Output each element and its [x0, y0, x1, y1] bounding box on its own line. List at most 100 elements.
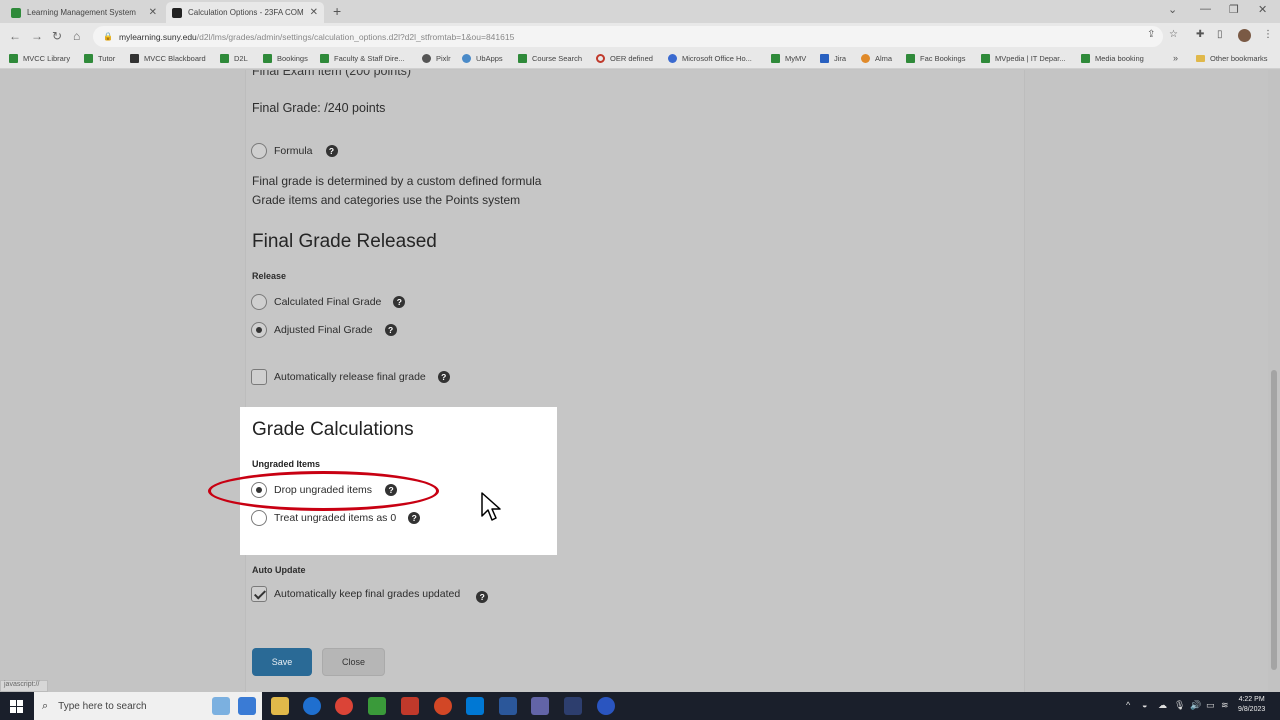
- bookmark-item[interactable]: Media booking: [1081, 54, 1144, 63]
- taskbar-clock[interactable]: 4:22 PM 9/8/2023: [1238, 695, 1265, 715]
- onedrive-icon[interactable]: ☁: [1158, 700, 1167, 711]
- bookmark-item[interactable]: Bookings: [263, 54, 308, 63]
- bookmark-favicon-icon: [9, 54, 18, 63]
- edge-icon[interactable]: [303, 697, 321, 715]
- help-icon[interactable]: ?: [384, 324, 397, 336]
- bookmark-item[interactable]: Jira: [820, 54, 846, 63]
- new-tab-button[interactable]: +: [333, 3, 341, 19]
- speaker-icon[interactable]: 🔊: [1190, 700, 1201, 711]
- extensions-puzzle-icon[interactable]: ✚: [1196, 29, 1204, 40]
- help-icon[interactable]: ?: [437, 371, 450, 383]
- bookmark-item[interactable]: MVCC Blackboard: [130, 54, 206, 63]
- help-icon[interactable]: ?: [393, 296, 406, 308]
- help-icon[interactable]: ?: [408, 512, 421, 524]
- home-icon[interactable]: ⌂: [73, 29, 80, 43]
- forward-arrow-icon[interactable]: →: [31, 29, 43, 43]
- teams-icon[interactable]: [531, 697, 549, 715]
- scrollbar-thumb[interactable]: [1271, 370, 1277, 670]
- bookmark-item[interactable]: UbApps: [462, 54, 503, 63]
- more-bookmarks-chevron-icon[interactable]: »: [1173, 53, 1178, 63]
- keep-updated-option[interactable]: Automatically keep final grades updated …: [251, 585, 489, 603]
- tab-calculation-options[interactable]: Calculation Options - 23FA COM ✕: [166, 2, 324, 23]
- keep-updated-checkbox[interactable]: [251, 586, 267, 602]
- help-icon[interactable]: ?: [325, 145, 338, 157]
- auto-release-checkbox[interactable]: [251, 369, 267, 385]
- file-explorer-icon[interactable]: [271, 697, 289, 715]
- bookmarks-bar: MVCC Library Tutor MVCC Blackboard D2L B…: [0, 50, 1280, 69]
- tray-chevron-icon[interactable]: ^: [1126, 700, 1130, 710]
- save-button[interactable]: Save: [252, 648, 312, 676]
- other-bookmarks-label: Other bookmarks: [1210, 54, 1268, 63]
- maximize-button[interactable]: ❐: [1229, 3, 1239, 16]
- adjusted-final-grade-option[interactable]: Adjusted Final Grade ?: [251, 322, 397, 338]
- formula-radio[interactable]: [251, 143, 267, 159]
- formula-description-2: Grade items and categories use the Point…: [252, 193, 521, 207]
- minimize-button[interactable]: —: [1200, 3, 1211, 15]
- address-bar[interactable]: 🔒 mylearning.suny.edu/d2l/lms/grades/adm…: [93, 26, 1163, 47]
- bookmark-item[interactable]: Tutor: [84, 54, 115, 63]
- back-arrow-icon[interactable]: ←: [9, 29, 21, 43]
- tab-search-chevron-icon[interactable]: ⌄: [1168, 3, 1177, 16]
- reload-icon[interactable]: ↻: [52, 29, 62, 43]
- share-icon[interactable]: ⇪: [1147, 29, 1155, 40]
- windows-taskbar: ⌕ Type here to search ^ ◒ ☁ 🎙 🔊 ▭ ≋ 4:22…: [0, 692, 1280, 720]
- treat-ungraded-zero-option[interactable]: Treat ungraded items as 0 ?: [251, 510, 421, 526]
- close-tab-icon[interactable]: ✕: [310, 7, 318, 18]
- side-panel-icon[interactable]: ▯: [1217, 29, 1223, 40]
- camtasia-icon[interactable]: [368, 697, 386, 715]
- bookmark-item[interactable]: Microsoft Office Ho...: [668, 54, 752, 63]
- close-tab-icon[interactable]: ✕: [149, 7, 157, 18]
- windows-start-icon[interactable]: [10, 700, 23, 713]
- word-icon[interactable]: [499, 697, 517, 715]
- bookmark-item[interactable]: D2L: [220, 54, 248, 63]
- tab-learning-management-system[interactable]: Learning Management System ✕: [5, 2, 163, 23]
- bookmark-label: Course Search: [532, 54, 583, 63]
- page-scrollbar[interactable]: [1268, 70, 1280, 692]
- bookmark-item[interactable]: Alma: [861, 54, 892, 63]
- microphone-icon[interactable]: 🎙: [1174, 700, 1185, 711]
- bookmark-item[interactable]: MVpedia | IT Depar...: [981, 54, 1066, 63]
- bookmark-favicon-icon: [668, 54, 677, 63]
- bookmark-item[interactable]: MVCC Library: [9, 54, 70, 63]
- other-bookmarks[interactable]: Other bookmarks: [1196, 54, 1268, 63]
- widgets-icon[interactable]: [212, 697, 230, 715]
- bookmark-item[interactable]: Fac Bookings: [906, 54, 965, 63]
- capture-app-icon[interactable]: [401, 697, 419, 715]
- chrome-icon[interactable]: [335, 697, 353, 715]
- close-window-button[interactable]: ✕: [1258, 3, 1267, 16]
- calculated-final-grade-radio[interactable]: [251, 294, 267, 310]
- auto-update-label: Auto Update: [252, 565, 306, 575]
- help-icon[interactable]: ?: [476, 591, 489, 603]
- treat-ungraded-zero-radio[interactable]: [251, 510, 267, 526]
- profile-avatar[interactable]: [1238, 29, 1251, 42]
- app-icon[interactable]: [597, 697, 615, 715]
- calculated-final-grade-label: Calculated Final Grade: [274, 296, 382, 308]
- bookmark-favicon-icon: [820, 54, 829, 63]
- bookmark-star-icon[interactable]: ☆: [1169, 29, 1178, 40]
- adjusted-final-grade-radio[interactable]: [251, 322, 267, 338]
- snipping-tool-icon[interactable]: [564, 697, 582, 715]
- calculated-final-grade-option[interactable]: Calculated Final Grade ?: [251, 294, 406, 310]
- formula-option[interactable]: Formula ?: [251, 143, 338, 159]
- bookmark-label: Alma: [875, 54, 893, 63]
- outlook-icon[interactable]: [466, 697, 484, 715]
- menu-kebab-icon[interactable]: ⋮: [1263, 29, 1273, 40]
- close-button[interactable]: Close: [322, 648, 385, 676]
- wifi-icon[interactable]: ≋: [1221, 700, 1229, 711]
- bookmark-item[interactable]: OER defined: [596, 54, 653, 63]
- network-icon[interactable]: ◒: [1142, 700, 1147, 710]
- auto-release-option[interactable]: Automatically release final grade ?: [251, 369, 450, 385]
- display-icon[interactable]: ▭: [1206, 700, 1215, 711]
- adjusted-final-grade-label: Adjusted Final Grade: [274, 324, 373, 336]
- paint-icon[interactable]: [238, 697, 256, 715]
- bookmark-item[interactable]: Faculty & Staff Dire...: [320, 54, 405, 63]
- tab-title: Calculation Options - 23FA COM: [188, 8, 304, 17]
- bookmark-item[interactable]: Course Search: [518, 54, 582, 63]
- ungraded-items-label: Ungraded Items: [252, 459, 321, 469]
- bookmark-label: Jira: [834, 54, 847, 63]
- bookmark-item[interactable]: MyMV: [771, 54, 806, 63]
- powerpoint-icon[interactable]: [434, 697, 452, 715]
- treat-ungraded-zero-label: Treat ungraded items as 0: [274, 512, 397, 524]
- bookmark-item[interactable]: Pixlr: [422, 54, 451, 63]
- bookmark-label: Pixlr: [436, 54, 451, 63]
